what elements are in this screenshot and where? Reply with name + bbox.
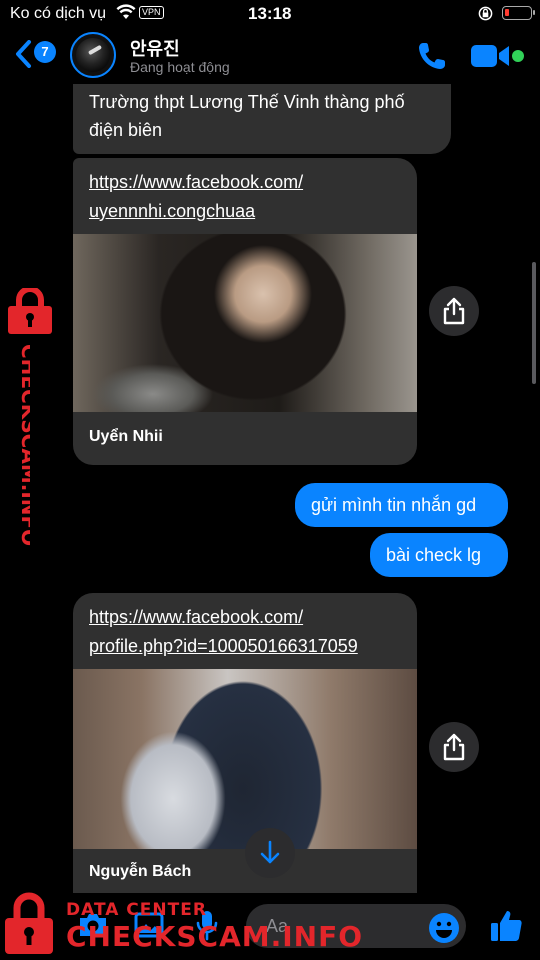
unread-count-badge: 7 bbox=[34, 41, 56, 63]
link-preview-card[interactable]: https://www.facebook.com/ uyennnhi.congc… bbox=[73, 158, 417, 465]
arrow-down-icon bbox=[260, 840, 280, 864]
link-preview-image[interactable] bbox=[73, 234, 417, 412]
outgoing-message[interactable]: bài check lg bbox=[370, 533, 508, 577]
back-chevron-icon bbox=[16, 40, 31, 68]
watermark-bottom: DATA CENTER CHECKSCAM.INFO bbox=[0, 888, 362, 960]
watermark-left: CHECKSCAM.INFO DATA CENTER bbox=[0, 288, 60, 558]
incoming-message[interactable]: Trường thpt Lương Thế Vinh thàng phố điệ… bbox=[73, 84, 451, 154]
scrollbar[interactable] bbox=[532, 262, 536, 384]
link-preview-title: Nguyễn Bách bbox=[89, 863, 192, 880]
avatar[interactable] bbox=[70, 32, 116, 78]
share-button[interactable] bbox=[429, 722, 479, 772]
padlock-icon bbox=[5, 892, 53, 954]
scroll-to-bottom-button[interactable] bbox=[245, 828, 295, 878]
status-bar: Ko có dịch vụ VPN 13:18 bbox=[0, 0, 540, 30]
link-url[interactable]: https://www.facebook.com/ profile.php?id… bbox=[89, 603, 358, 661]
thumbs-up-icon[interactable] bbox=[488, 908, 524, 944]
link-url[interactable]: https://www.facebook.com/ uyennnhi.congc… bbox=[89, 168, 303, 226]
clock: 13:18 bbox=[248, 4, 292, 23]
outgoing-message[interactable]: gửi mình tin nhắn gd bbox=[295, 483, 508, 527]
vpn-badge: VPN bbox=[139, 6, 164, 19]
emoji-icon[interactable] bbox=[428, 912, 460, 944]
link-preview-title: Uyển Nhii bbox=[89, 428, 163, 445]
carrier-label: Ko có dịch vụ bbox=[10, 5, 107, 22]
share-icon bbox=[443, 733, 465, 761]
phone-icon[interactable] bbox=[416, 40, 448, 72]
battery-icon bbox=[502, 6, 535, 20]
watermark-text-vertical: CHECKSCAM.INFO DATA CENTER bbox=[17, 344, 30, 546]
svg-text:CHECKSCAM.INFO: CHECKSCAM.INFO bbox=[17, 344, 30, 546]
active-status: Đang hoạt động bbox=[130, 59, 230, 75]
video-icon[interactable] bbox=[470, 42, 510, 70]
share-icon bbox=[443, 297, 465, 325]
link-preview-image[interactable] bbox=[73, 669, 417, 849]
padlock-icon bbox=[8, 288, 52, 334]
watermark-small-text: DATA CENTER bbox=[66, 900, 207, 920]
back-button[interactable]: 7 bbox=[14, 38, 58, 72]
contact-name[interactable]: 안유진 bbox=[130, 35, 180, 61]
online-indicator bbox=[512, 50, 524, 62]
wifi-icon bbox=[116, 4, 136, 19]
share-button[interactable] bbox=[429, 286, 479, 336]
watermark-large-text: CHECKSCAM.INFO bbox=[66, 920, 364, 953]
chat-header: 7 안유진 Đang hoạt động bbox=[0, 30, 540, 82]
lock-rotation-icon bbox=[478, 6, 493, 21]
